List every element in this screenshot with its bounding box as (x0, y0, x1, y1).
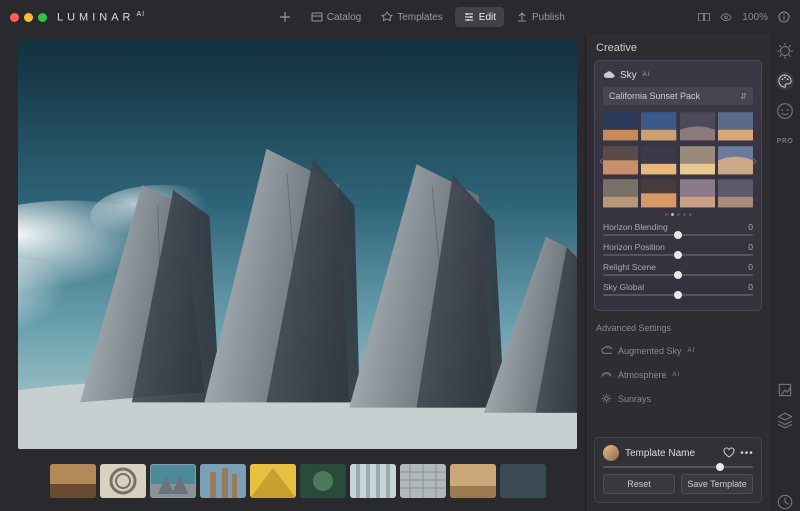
template-preview-icon (603, 445, 619, 461)
slider-track[interactable] (603, 234, 753, 236)
tool-icon (600, 393, 612, 405)
zoom-level[interactable]: 100% (742, 12, 768, 23)
sky-thumbnail[interactable] (718, 178, 753, 209)
collapsed-tool[interactable]: Sunrays (586, 387, 770, 411)
sky-sliders: Horizon Blending 0 Horizon Position 0 Religh… (603, 222, 753, 296)
slider-track[interactable] (603, 254, 753, 256)
image-canvas[interactable] (18, 40, 577, 449)
favorite-icon[interactable] (723, 447, 735, 459)
top-bar: LUMINARAI Catalog Templates Edit (0, 0, 800, 34)
slider-label: Sky Global (603, 282, 644, 292)
filmstrip-thumb[interactable] (500, 464, 546, 498)
catalog-icon (311, 11, 323, 23)
publish-icon (516, 11, 528, 23)
advanced-settings-toggle[interactable]: Advanced Settings (586, 317, 770, 339)
sky-thumbnail[interactable] (641, 145, 676, 176)
panel-title: Creative (586, 34, 770, 60)
slider-label: Relight Scene (603, 262, 656, 272)
sky-prev-button[interactable]: ‹ (595, 148, 608, 172)
save-template-button[interactable]: Save Template (681, 474, 753, 494)
slider-label: Horizon Blending (603, 222, 668, 232)
sky-thumbnail-grid (603, 111, 753, 209)
filmstrip-thumb[interactable] (150, 464, 196, 498)
nav-edit[interactable]: Edit (455, 7, 504, 27)
sky-thumbnail[interactable] (603, 178, 638, 209)
sky-thumbnail[interactable] (603, 145, 638, 176)
canvas-column (0, 34, 585, 511)
preview-eye-icon[interactable] (720, 11, 732, 23)
main-area: Creative Sky A I California Sunset Pack … (0, 34, 800, 511)
slider-label: Horizon Position (603, 242, 665, 252)
close-window-button[interactable] (10, 13, 19, 22)
tool-icon (600, 345, 612, 357)
minimize-window-button[interactable] (24, 13, 33, 22)
sky-thumbnail[interactable] (680, 178, 715, 209)
template-amount-slider[interactable] (603, 466, 753, 468)
slider-value: 0 (748, 282, 753, 292)
filmstrip-thumb[interactable] (200, 464, 246, 498)
window-controls (10, 13, 47, 22)
more-icon[interactable]: ••• (741, 447, 753, 459)
filmstrip-thumb[interactable] (100, 464, 146, 498)
sky-thumbnail[interactable] (641, 178, 676, 209)
sky-tool: Sky A I California Sunset Pack ⇵ ‹ (594, 60, 762, 311)
collapsed-tool[interactable]: Augmented SkyA I (586, 339, 770, 363)
sky-thumbnail[interactable] (680, 111, 715, 142)
portrait-tab-icon[interactable] (776, 102, 794, 120)
filmstrip-thumb[interactable] (450, 464, 496, 498)
layers-icon[interactable] (776, 411, 794, 429)
filmstrip-thumb[interactable] (50, 464, 96, 498)
crop-tool-icon[interactable] (776, 381, 794, 399)
sky-page-dots (603, 213, 753, 216)
info-icon[interactable] (778, 11, 790, 23)
maximize-window-button[interactable] (38, 13, 47, 22)
templates-icon (381, 11, 393, 23)
sky-tool-header[interactable]: Sky A I (603, 69, 753, 81)
collapsed-tool[interactable]: AtmosphereA I (586, 363, 770, 387)
nav-publish[interactable]: Publish (508, 7, 573, 27)
slider-value: 0 (748, 242, 753, 252)
app-brand: LUMINARAI (57, 11, 145, 24)
tool-rail: PRO (770, 34, 800, 511)
filmstrip-thumb[interactable] (400, 464, 446, 498)
sky-thumbnail[interactable] (603, 111, 638, 142)
creative-tab-icon[interactable] (776, 72, 794, 90)
edit-panel: Creative Sky A I California Sunset Pack … (585, 34, 770, 511)
sky-thumbnail[interactable] (680, 145, 715, 176)
chevron-updown-icon: ⇵ (740, 92, 747, 101)
slider-track[interactable] (603, 294, 753, 296)
filmstrip-thumb[interactable] (350, 464, 396, 498)
filmstrip-thumb[interactable] (250, 464, 296, 498)
slider-value: 0 (748, 262, 753, 272)
tool-icon (600, 369, 612, 381)
edit-icon (463, 11, 475, 23)
main-nav: Catalog Templates Edit Publish (271, 7, 573, 27)
compare-icon[interactable] (698, 11, 710, 23)
sky-thumbnail[interactable] (641, 111, 676, 142)
plus-icon (279, 11, 291, 23)
template-bar: Template Name ••• Reset Save Template (594, 437, 762, 503)
filmstrip (18, 457, 577, 505)
pro-tab-label[interactable]: PRO (776, 132, 794, 150)
sky-thumbnail[interactable] (718, 111, 753, 142)
template-name: Template Name (625, 448, 717, 459)
essentials-tab-icon[interactable] (776, 42, 794, 60)
sky-next-button[interactable]: › (748, 148, 761, 172)
nav-catalog[interactable]: Catalog (303, 7, 369, 27)
sky-preset-select[interactable]: California Sunset Pack ⇵ (603, 87, 753, 105)
slider-value: 0 (748, 222, 753, 232)
nav-templates[interactable]: Templates (373, 7, 451, 27)
reset-button[interactable]: Reset (603, 474, 675, 494)
filmstrip-thumb[interactable] (300, 464, 346, 498)
slider-track[interactable] (603, 274, 753, 276)
nav-add[interactable] (271, 7, 299, 27)
history-icon[interactable] (776, 493, 794, 511)
cloud-icon (603, 69, 615, 81)
top-right-controls: 100% (698, 11, 790, 23)
